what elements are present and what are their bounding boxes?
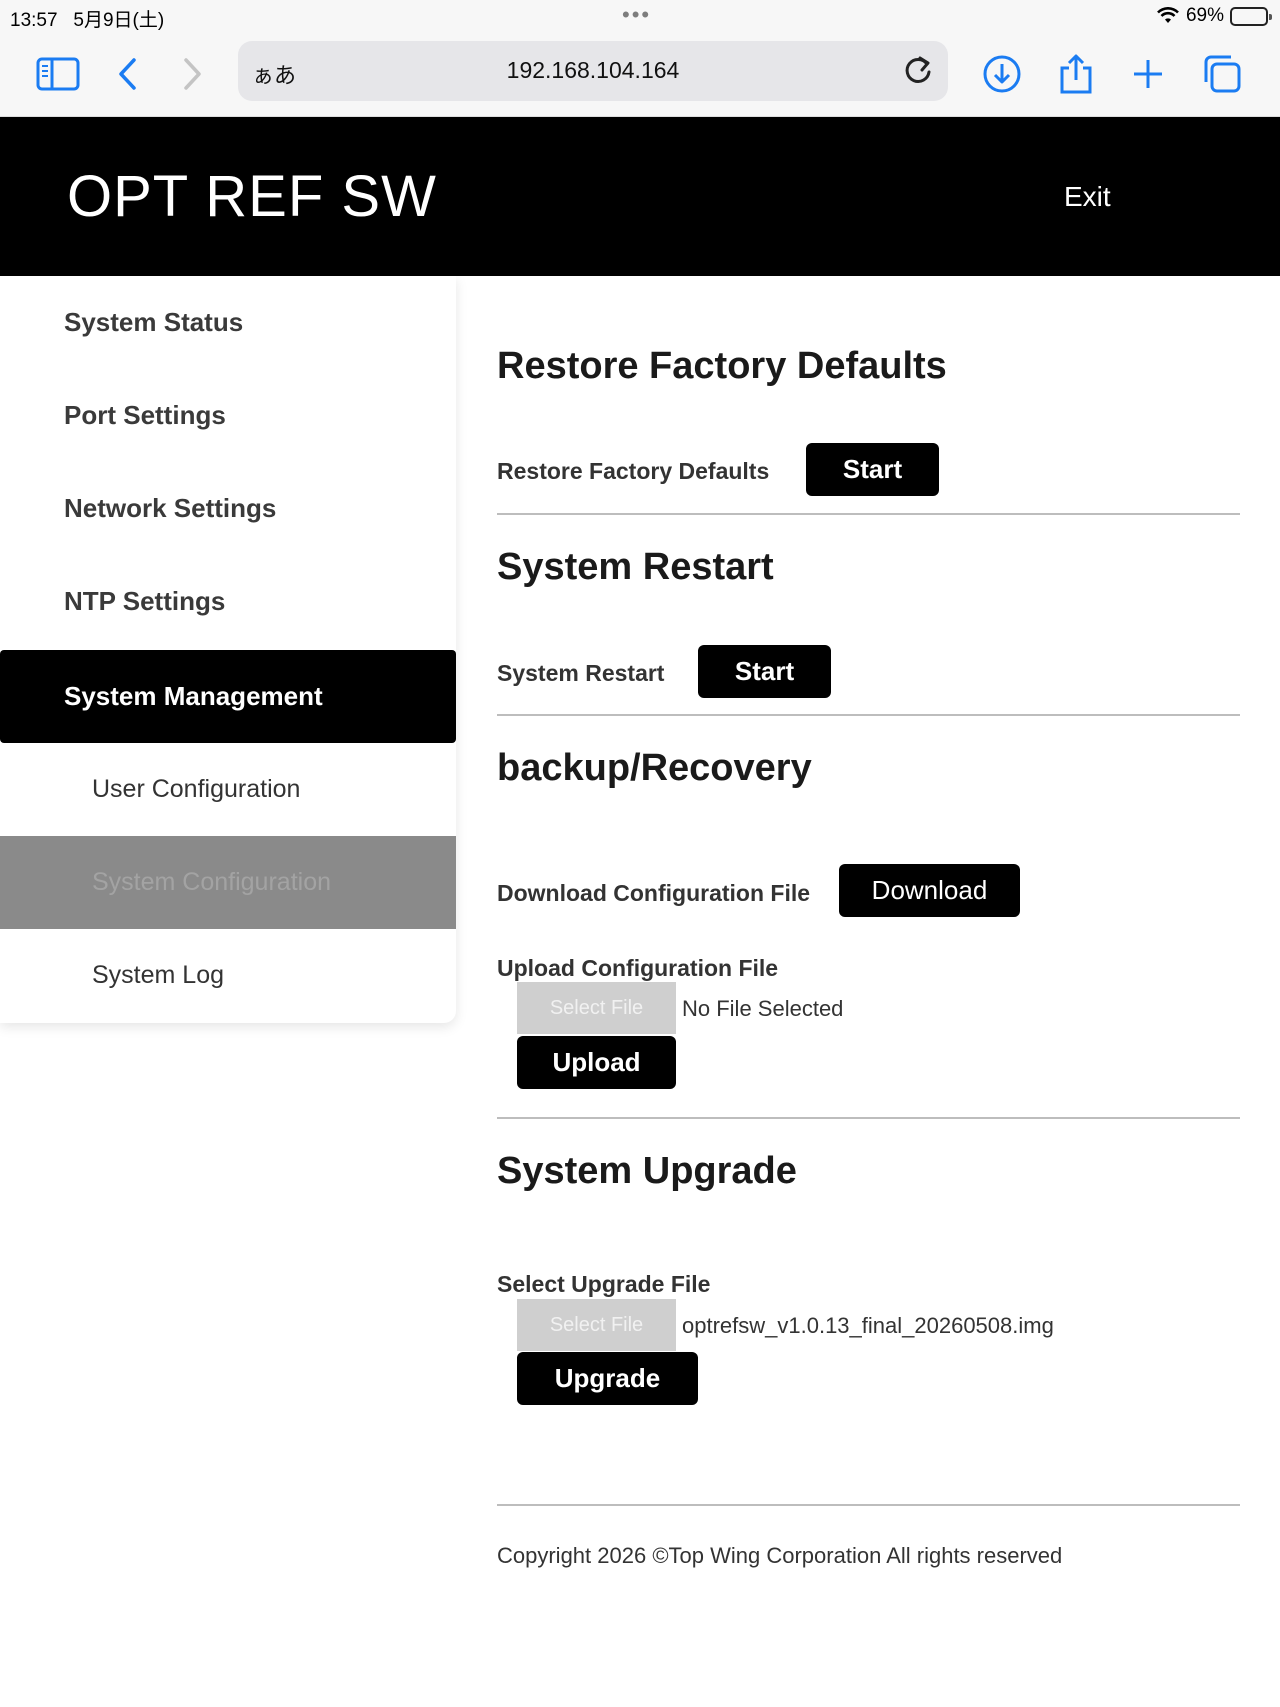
sidebar-item-label: NTP Settings	[64, 586, 226, 616]
sidebar-item-label: System Log	[92, 961, 225, 989]
sidebar-icon[interactable]	[34, 50, 82, 98]
wifi-icon	[1157, 7, 1179, 23]
reload-icon[interactable]	[900, 53, 936, 89]
sidebar-item-label: User Configuration	[92, 775, 301, 803]
exit-link[interactable]: Exit	[1064, 181, 1111, 213]
config-file-name: No File Selected	[682, 996, 844, 1021]
sidebar-item-label: System Status	[64, 307, 244, 337]
sidebar-item-label: Network Settings	[64, 493, 277, 523]
app-header: OPT REF SW Exit	[0, 117, 1280, 276]
select-upgrade-file-button[interactable]: Select File	[517, 1299, 676, 1351]
url-text[interactable]: 192.168.104.164	[238, 57, 948, 84]
divider	[497, 714, 1240, 716]
upload-config-label: Upload Configuration File	[497, 955, 779, 981]
back-icon[interactable]	[104, 50, 152, 98]
clock-time: 13:57	[10, 10, 58, 31]
divider	[497, 1117, 1240, 1119]
footer-divider	[497, 1504, 1240, 1506]
download-button[interactable]: Download	[839, 864, 1020, 917]
app-title: OPT REF SW	[67, 164, 437, 229]
sidebar: System Status Port Settings Network Sett…	[0, 276, 456, 1023]
sidebar-item-user-configuration[interactable]: User Configuration	[0, 743, 456, 836]
sidebar-item-system-status[interactable]: System Status	[0, 276, 456, 369]
status-bar: 13:57 5月9日(土) ••• 69%	[0, 0, 1280, 34]
restore-start-button[interactable]: Start	[806, 443, 939, 496]
restart-start-button[interactable]: Start	[698, 645, 831, 698]
backup-section-title: backup/Recovery	[497, 747, 812, 789]
sidebar-item-system-log[interactable]: System Log	[0, 929, 456, 1022]
restart-label: System Restart	[497, 660, 665, 686]
sidebar-item-label: Port Settings	[64, 400, 226, 430]
upgrade-file-name: optrefsw_v1.0.13_final_20260508.img	[682, 1313, 1054, 1338]
restart-section-title: System Restart	[497, 546, 774, 588]
address-bar[interactable]: ぁあ 192.168.104.164	[238, 41, 948, 101]
upgrade-section-title: System Upgrade	[497, 1150, 797, 1192]
sidebar-item-network-settings[interactable]: Network Settings	[0, 462, 456, 555]
select-upgrade-file-label: Select Upgrade File	[497, 1271, 711, 1297]
browser-toolbar: ぁあ 192.168.104.164	[0, 34, 1280, 117]
sidebar-item-label: System Configuration	[92, 868, 332, 896]
share-icon[interactable]	[1052, 50, 1100, 98]
new-tab-icon[interactable]	[1124, 50, 1172, 98]
sidebar-item-ntp-settings[interactable]: NTP Settings	[0, 555, 456, 648]
battery-icon	[1230, 6, 1272, 26]
forward-icon[interactable]	[168, 50, 216, 98]
upgrade-button[interactable]: Upgrade	[517, 1352, 698, 1405]
status-right: 69%	[1156, 5, 1272, 27]
sidebar-item-system-management[interactable]: System Management	[0, 650, 456, 743]
battery-percent: 69%	[1185, 5, 1224, 26]
clock-date: 5月9日(土)	[73, 10, 165, 31]
sidebar-item-system-configuration[interactable]: System Configuration	[0, 836, 456, 929]
restore-label: Restore Factory Defaults	[497, 458, 770, 484]
tabs-icon[interactable]	[1198, 50, 1246, 98]
download-config-label: Download Configuration File	[497, 880, 811, 906]
sidebar-item-label: System Management	[64, 681, 323, 711]
restore-section-title: Restore Factory Defaults	[497, 345, 947, 387]
status-time: 13:57 5月9日(土)	[10, 5, 164, 32]
download-icon[interactable]	[978, 50, 1026, 98]
select-config-file-button[interactable]: Select File	[517, 982, 676, 1034]
multitasking-dots-icon[interactable]: •••	[622, 2, 651, 28]
copyright-text: Copyright 2026 ©Top Wing Corporation All…	[497, 1543, 1063, 1568]
divider	[497, 513, 1240, 515]
sidebar-item-port-settings[interactable]: Port Settings	[0, 369, 456, 462]
upload-button[interactable]: Upload	[517, 1036, 676, 1089]
